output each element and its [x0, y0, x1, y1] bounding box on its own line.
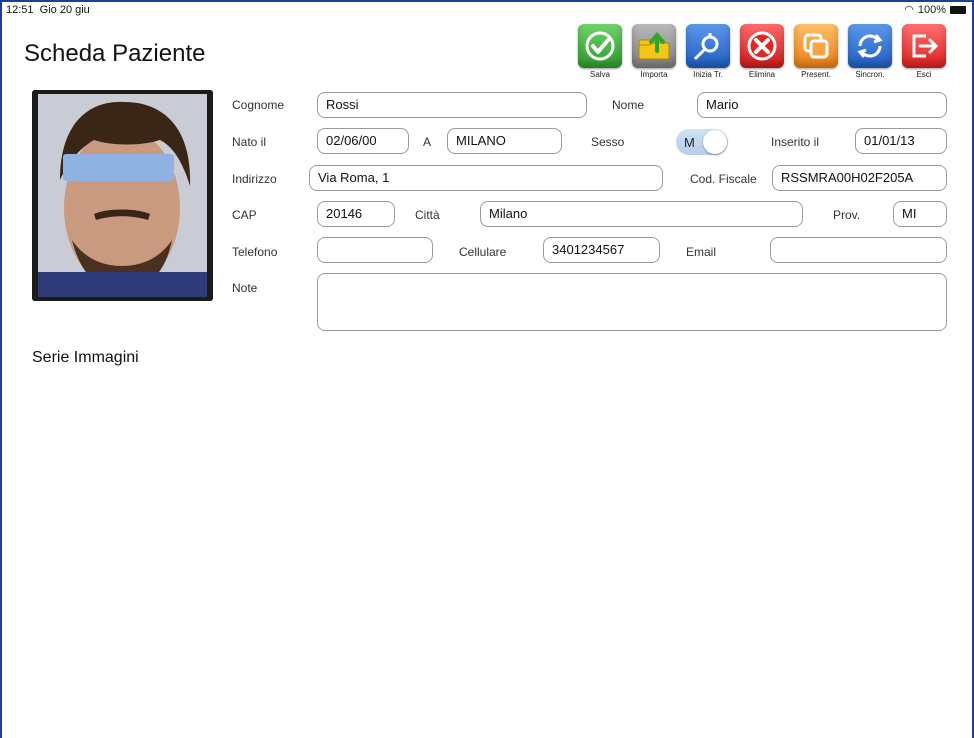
status-bar: 12:51 Gio 20 giu — [6, 4, 90, 16]
delete-icon — [740, 24, 784, 68]
cellulare-field[interactable]: 3401234567 — [543, 237, 660, 263]
email-label: Email — [686, 245, 717, 259]
toolbar: Salva Importa Inizia Tr. Elimina Present… — [576, 24, 948, 79]
presentation-button[interactable]: Present. — [792, 24, 840, 79]
start-treatment-button[interactable]: Inizia Tr. — [684, 24, 732, 79]
exit-icon — [902, 24, 946, 68]
prov-label: Prov. — [833, 208, 861, 222]
exit-button[interactable]: Esci — [900, 24, 948, 79]
exit-label: Esci — [916, 70, 932, 79]
telefono-label: Telefono — [232, 245, 278, 259]
start-treatment-label: Inizia Tr. — [693, 70, 723, 79]
status-time: 12:51 — [6, 4, 34, 16]
serie-immagini-heading: Serie Immagini — [32, 349, 139, 366]
save-label: Salva — [589, 70, 610, 79]
sync-button[interactable]: Sincron. — [846, 24, 894, 79]
save-button[interactable]: Salva — [576, 24, 624, 79]
start-treatment-icon — [686, 24, 730, 68]
cod-fiscale-field[interactable]: RSSMRA00H02F205A — [772, 165, 947, 191]
citta-label: Città — [415, 208, 440, 222]
status-right: ◠ 100% — [904, 3, 966, 16]
cellulare-label: Cellulare — [459, 245, 507, 259]
cognome-label: Cognome — [232, 98, 285, 112]
delete-button[interactable]: Elimina — [738, 24, 786, 79]
presentation-icon — [794, 24, 838, 68]
inserito-il-label: Inserito il — [771, 135, 820, 149]
cognome-field[interactable]: Rossi — [317, 92, 587, 118]
status-date: Gio 20 giu — [39, 4, 90, 16]
a-label: A — [423, 135, 432, 149]
wifi-icon: ◠ — [904, 4, 914, 16]
a-field[interactable]: MILANO — [447, 128, 562, 154]
nato-il-label: Nato il — [232, 135, 267, 149]
import-label: Importa — [640, 70, 668, 79]
email-field[interactable] — [770, 237, 947, 263]
nome-field[interactable]: Mario — [697, 92, 947, 118]
sync-label: Sincron. — [855, 70, 885, 79]
delete-label: Elimina — [748, 70, 776, 79]
inserito-il-field[interactable]: 01/01/13 — [855, 128, 947, 154]
folder-import-icon — [632, 24, 676, 68]
cap-field[interactable]: 20146 — [317, 201, 395, 227]
toggle-knob — [703, 130, 727, 154]
note-label: Note — [232, 281, 258, 295]
sync-icon — [848, 24, 892, 68]
page-title: Scheda Paziente — [24, 40, 206, 67]
sesso-value: M — [684, 135, 695, 150]
import-button[interactable]: Importa — [630, 24, 678, 79]
citta-field[interactable]: Milano — [480, 201, 803, 227]
cod-fiscale-label: Cod. Fiscale — [690, 172, 757, 186]
presentation-label: Present. — [801, 70, 831, 79]
note-field[interactable] — [317, 273, 947, 331]
patient-photo[interactable] — [32, 90, 213, 301]
sesso-label: Sesso — [591, 135, 625, 149]
battery-percent: 100% — [917, 3, 946, 16]
prov-field[interactable]: MI — [893, 201, 947, 227]
indirizzo-label: Indirizzo — [232, 172, 277, 186]
nato-il-field[interactable]: 02/06/00 — [317, 128, 409, 154]
indirizzo-field[interactable]: Via Roma, 1 — [309, 165, 663, 191]
check-icon — [578, 24, 622, 68]
nome-label: Nome — [612, 98, 645, 112]
cap-label: CAP — [232, 208, 257, 222]
telefono-field[interactable] — [317, 237, 433, 263]
sesso-toggle[interactable]: M — [676, 129, 728, 155]
battery-icon — [950, 5, 966, 14]
